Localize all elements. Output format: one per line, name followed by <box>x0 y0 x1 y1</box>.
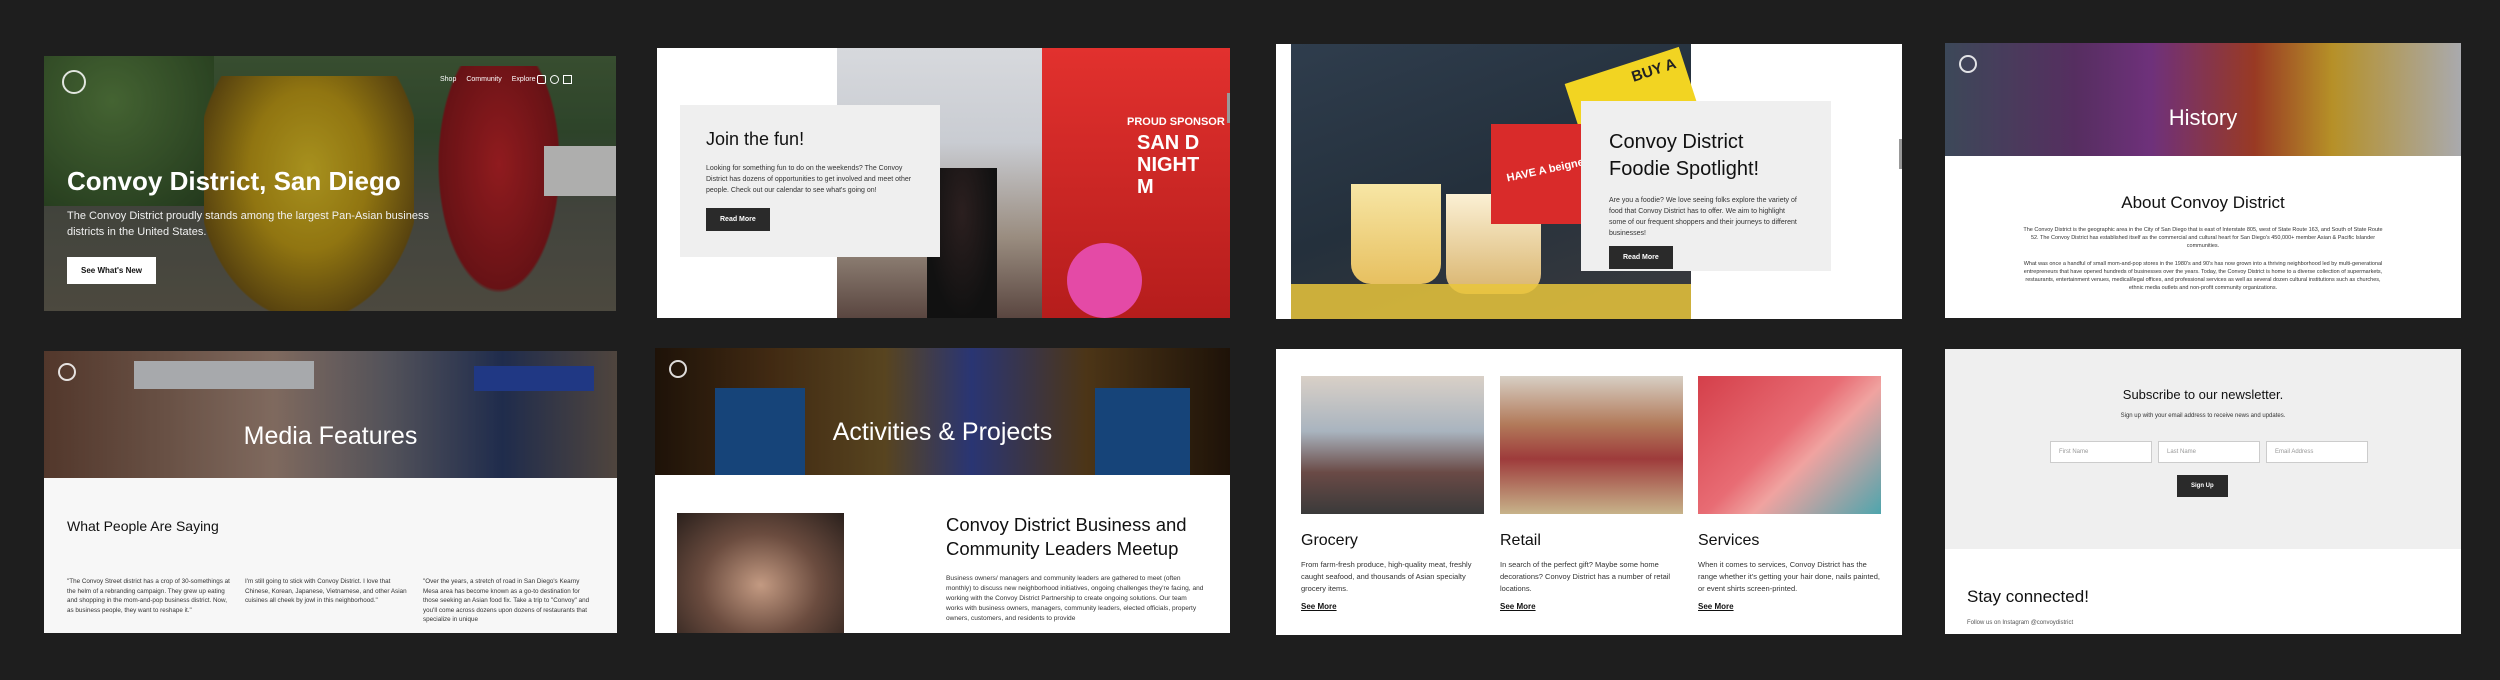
site-logo[interactable] <box>58 363 76 381</box>
nav-shop[interactable]: Shop <box>440 76 456 83</box>
media-banner-photo <box>44 351 617 478</box>
category-card-grocery[interactable]: Grocery From farm-fresh produce, high-qu… <box>1301 376 1486 611</box>
quote-3: "Over the years, a stretch of road in Sa… <box>423 578 590 623</box>
history-banner-title: History <box>2168 105 2238 130</box>
join-read-more-button[interactable]: Read More <box>706 208 770 231</box>
meetup-heading-line2: Community Leaders Meetup <box>946 538 1179 559</box>
category-card-services[interactable]: Services When it comes to services, Conv… <box>1698 376 1883 611</box>
foodie-body: Are you a foodie? We love seeing folks e… <box>1609 197 1797 237</box>
sign-up-button[interactable]: Sign Up <box>2177 475 2228 497</box>
sponsor-sign-text-top: PROUD SPONSOR <box>1127 116 1225 128</box>
services-title: Services <box>1698 532 1760 549</box>
site-logo[interactable] <box>1959 55 1977 73</box>
join-heading: Join the fun! <box>706 129 805 149</box>
site-logo[interactable] <box>62 70 86 94</box>
scrollbar[interactable] <box>1899 139 1902 169</box>
testimonials-heading: What People Are Saying <box>67 518 219 534</box>
email-field[interactable]: Email Address <box>2266 441 2368 463</box>
nav-explore[interactable]: Explore <box>512 76 536 83</box>
facebook-icon[interactable] <box>550 75 559 84</box>
see-whats-new-button[interactable]: See What's New <box>67 257 157 284</box>
meetup-photo <box>677 513 844 633</box>
meetup-heading-line1: Convoy District Business and <box>946 514 1187 535</box>
foodie-heading-line1: Convoy District <box>1609 131 1744 153</box>
about-para-1: The Convoy District is the geographic ar… <box>2023 227 2383 249</box>
activities-banner-title: Activities & Projects <box>832 418 1053 446</box>
panel-join-the-fun: PROUD SPONSOR SAN D NIGHT M Join the fun… <box>657 48 1230 318</box>
join-body: Looking for something fun to do on the w… <box>706 165 912 194</box>
hero-subtitle: The Convoy District proudly stands among… <box>67 210 429 238</box>
foodie-heading-line2: Foodie Spotlight! <box>1609 158 1760 180</box>
about-heading: About Convoy District <box>2121 193 2285 212</box>
grocery-title: Grocery <box>1301 532 1358 549</box>
newsletter-subtext: Sign up with your email address to recei… <box>2120 413 2286 419</box>
history-banner-photo <box>1945 43 2461 156</box>
stay-connected-heading: Stay connected! <box>1967 587 2089 606</box>
join-card: Join the fun! Looking for something fun … <box>680 105 940 257</box>
quote-2: I'm still going to stick with Convoy Dis… <box>245 578 407 604</box>
panel-history: History About Convoy District The Convoy… <box>1945 43 2461 318</box>
grocery-see-more-link[interactable]: See More <box>1301 602 1486 611</box>
retail-photo <box>1500 376 1683 514</box>
services-body: When it comes to services, Convoy Distri… <box>1698 560 1880 593</box>
panel-newsletter: Subscribe to our newsletter. Sign up wit… <box>1945 349 2461 634</box>
media-banner-title: Media Features <box>243 422 418 450</box>
grocery-photo <box>1301 376 1484 514</box>
about-para-2: What was once a handful of small mom-and… <box>2023 261 2383 291</box>
retail-body: In search of the perfect gift? Maybe som… <box>1500 560 1671 593</box>
foodie-card: Convoy District Foodie Spotlight! Are yo… <box>1581 101 1831 271</box>
foodie-read-more-button[interactable]: Read More <box>1609 246 1673 269</box>
top-nav: Shop Community Explore <box>440 76 536 83</box>
category-card-retail[interactable]: Retail In search of the perfect gift? Ma… <box>1500 376 1685 611</box>
services-see-more-link[interactable]: See More <box>1698 602 1883 611</box>
panel-home-hero: Shop Community Explore Convoy District, … <box>44 56 616 311</box>
retail-title: Retail <box>1500 532 1541 549</box>
scrollbar[interactable] <box>1227 93 1230 123</box>
site-logo[interactable] <box>669 360 687 378</box>
twitter-icon[interactable] <box>563 75 572 84</box>
newsletter-heading: Subscribe to our newsletter. <box>2122 387 2284 402</box>
instagram-icon[interactable] <box>537 75 546 84</box>
activities-banner-photo <box>655 348 1230 475</box>
first-name-field[interactable]: First Name <box>2050 441 2152 463</box>
services-photo <box>1698 376 1881 514</box>
sponsor-sign-text-main: SAN D NIGHT M <box>1137 132 1200 198</box>
last-name-field[interactable]: Last Name <box>2158 441 2260 463</box>
retail-see-more-link[interactable]: See More <box>1500 602 1685 611</box>
panel-activities-projects: Activities & Projects Convoy District Bu… <box>655 348 1230 633</box>
panel-categories: Grocery From farm-fresh produce, high-qu… <box>1276 349 1902 635</box>
follow-instagram-text: Follow us on Instagram @convoydistrict <box>1967 620 2074 626</box>
panel-foodie-spotlight: BUY A HAVE A beignet Convoy District Foo… <box>1276 44 1902 319</box>
quote-1: "The Convoy Street district has a crop o… <box>67 578 230 614</box>
nav-community[interactable]: Community <box>466 76 501 83</box>
panel-media-features: Media Features What People Are Saying "T… <box>44 351 617 633</box>
hero-title: Convoy District, San Diego <box>67 166 401 196</box>
grocery-body: From farm-fresh produce, high-quality me… <box>1301 560 1472 593</box>
meetup-body: Business owners/ managers and community … <box>946 575 1204 622</box>
